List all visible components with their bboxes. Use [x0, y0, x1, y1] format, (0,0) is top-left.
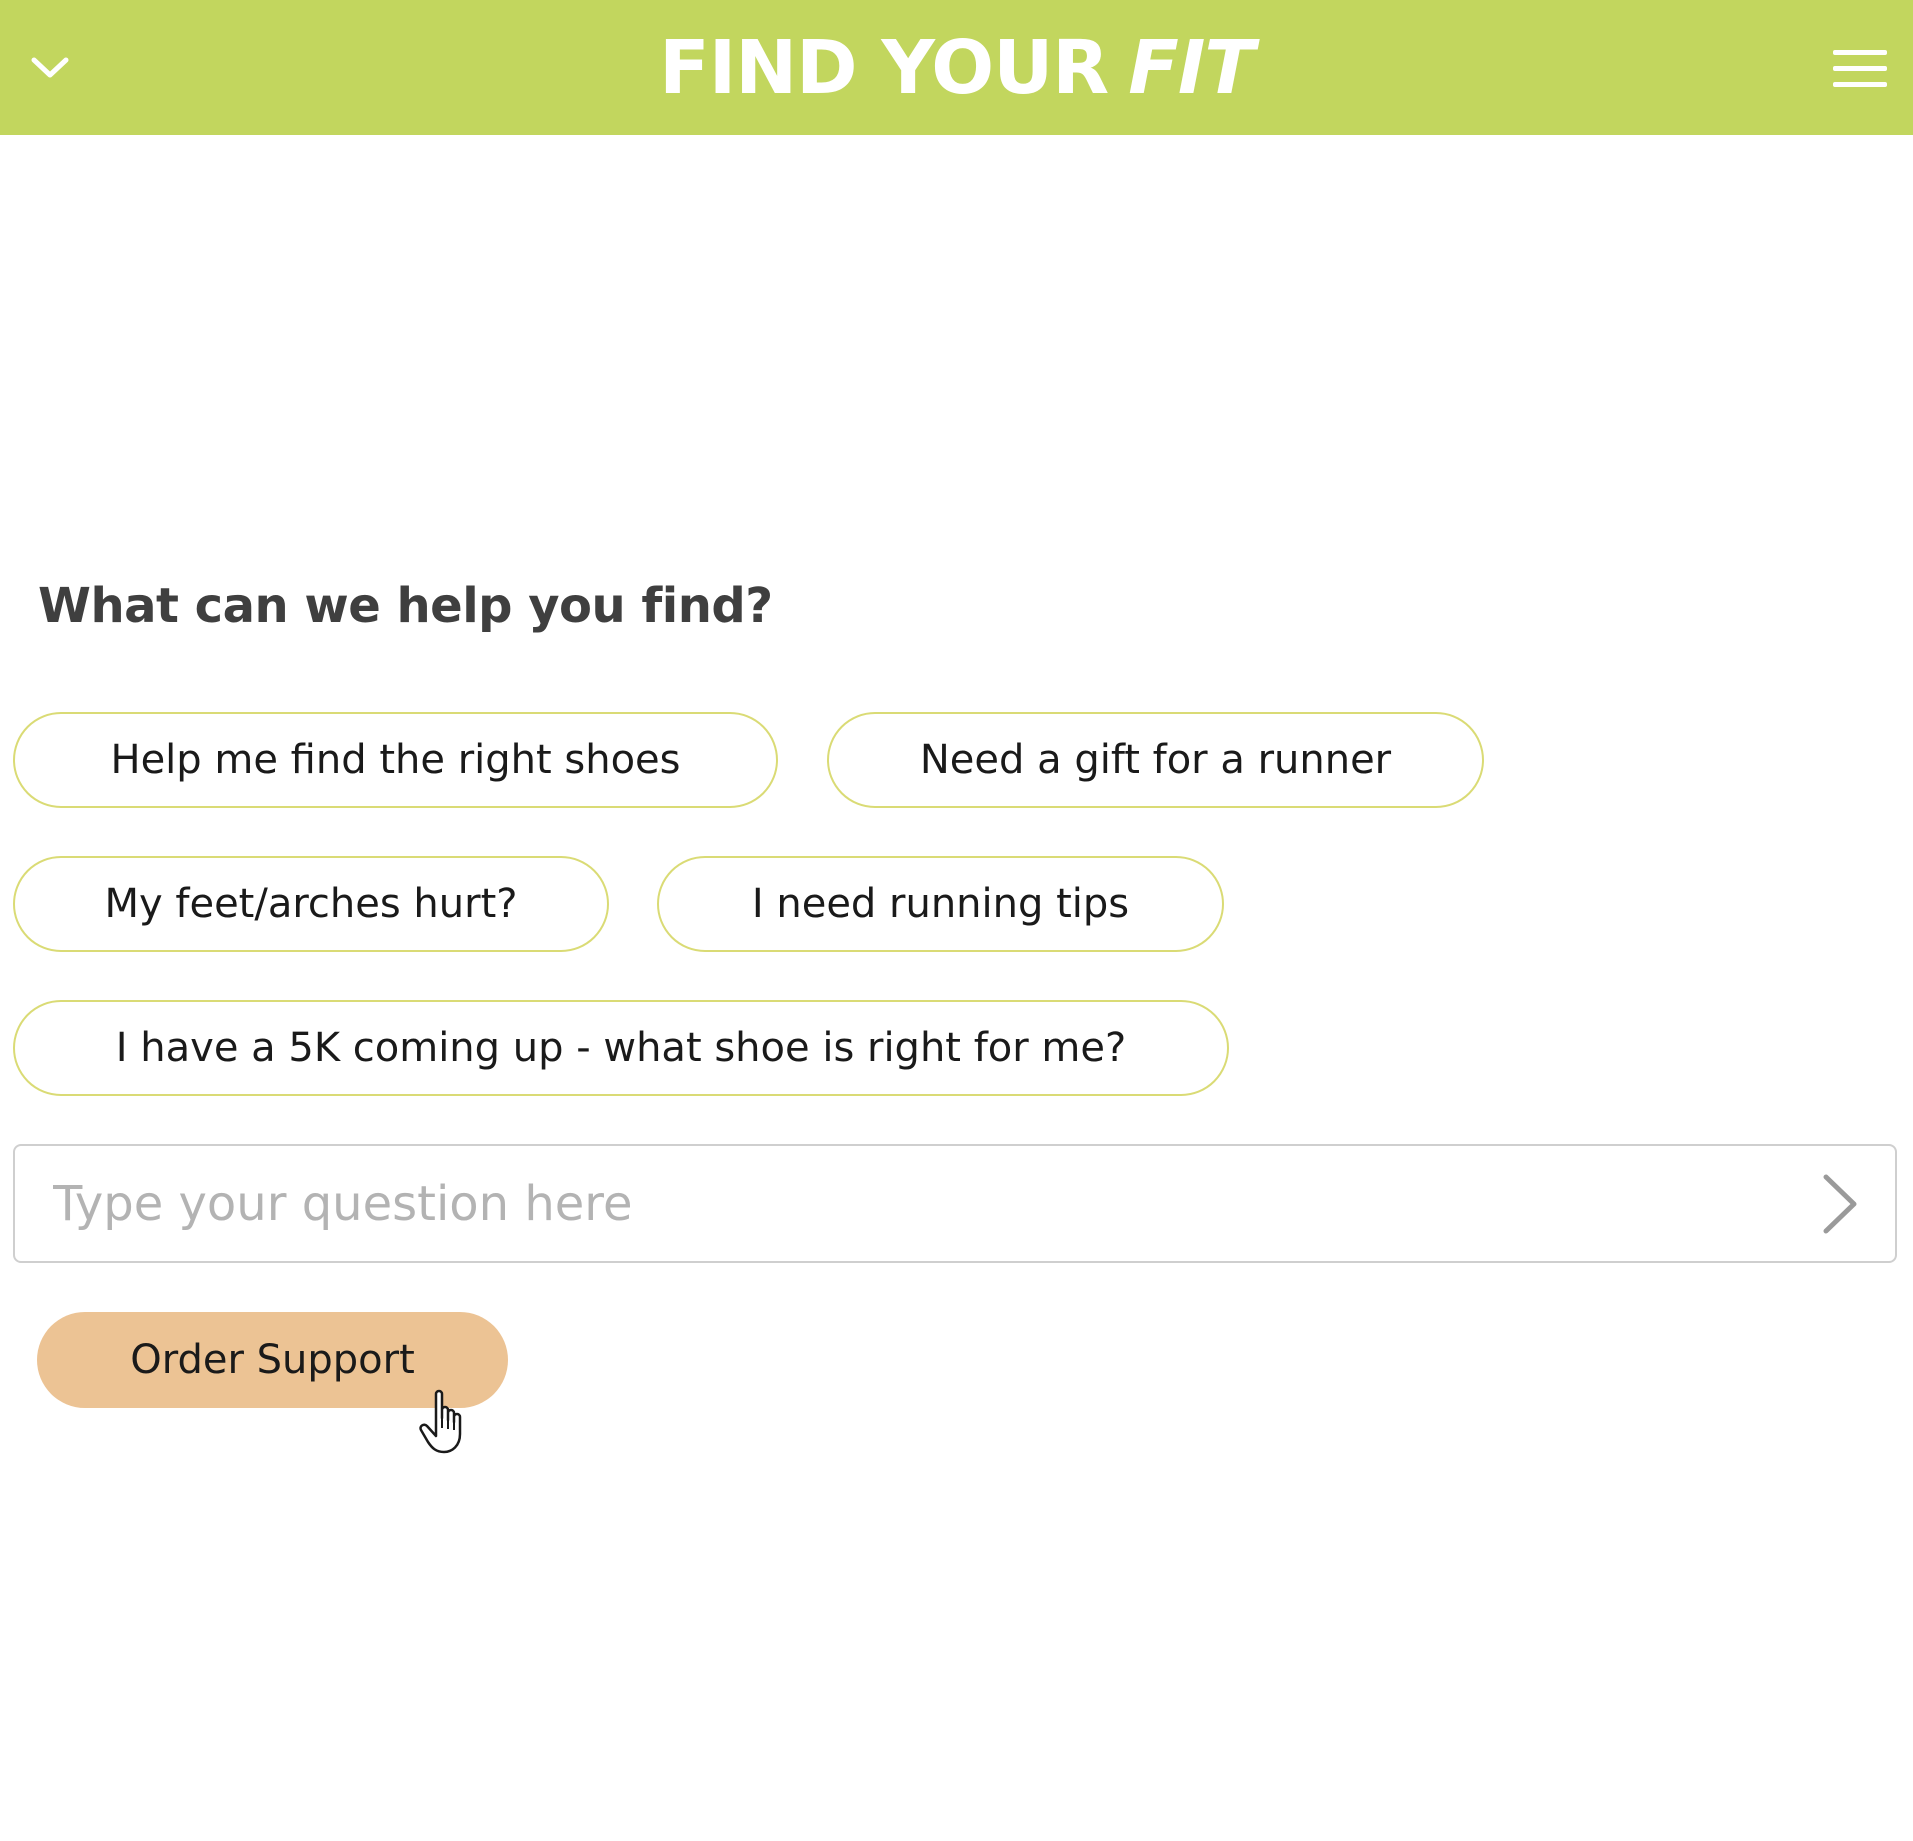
suggestion-chip-right-shoes[interactable]: Help me find the right shoes	[13, 712, 778, 808]
title-accent: FIT	[1128, 24, 1255, 111]
question-input[interactable]	[53, 1156, 1753, 1252]
send-button[interactable]	[1805, 1168, 1875, 1240]
chevron-right-icon	[1823, 1174, 1857, 1234]
suggestion-chip-running-tips[interactable]: I need running tips	[657, 856, 1224, 952]
suggestion-chip-gift-runner[interactable]: Need a gift for a runner	[827, 712, 1484, 808]
question-box	[13, 1144, 1897, 1263]
suggestion-chip-5k-shoe[interactable]: I have a 5K coming up - what shoe is rig…	[13, 1000, 1229, 1096]
help-prompt: What can we help you find?	[38, 578, 773, 634]
page-title: FIND YOUR FIT	[0, 0, 1913, 135]
suggestion-chip-feet-hurt[interactable]: My feet/arches hurt?	[13, 856, 609, 952]
order-support-button[interactable]: Order Support	[37, 1312, 508, 1408]
title-main: FIND YOUR	[659, 24, 1109, 111]
menu-button[interactable]	[1828, 44, 1890, 94]
header-bar: FIND YOUR FIT	[0, 0, 1913, 135]
